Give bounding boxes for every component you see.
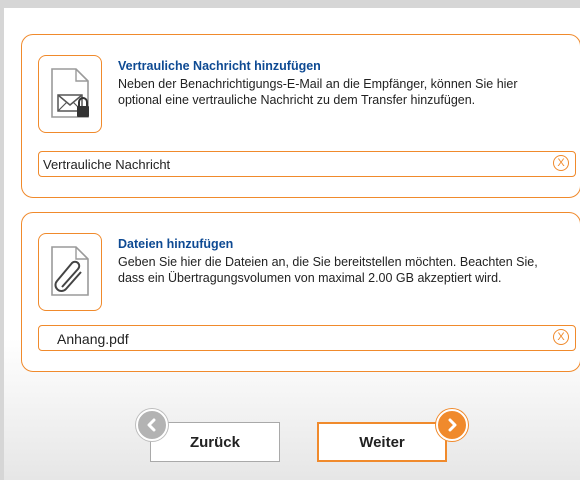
paperclip-icon <box>38 233 102 311</box>
chevron-right-icon[interactable] <box>436 409 468 441</box>
next-button[interactable]: Weiter <box>317 422 447 462</box>
add-files-section: Dateien hinzufügen Geben Sie hier die Da… <box>21 212 580 372</box>
next-button-label: Weiter <box>359 433 405 451</box>
clear-confidential-message-button[interactable]: X <box>553 155 569 171</box>
envelope-lock-icon <box>38 55 102 133</box>
chevron-left-icon[interactable] <box>136 409 168 441</box>
confidential-message-description: Neben der Benachrichtigungs-E-Mail an di… <box>118 77 518 107</box>
back-button[interactable]: Zurück <box>150 422 280 462</box>
confidential-message-field: X <box>38 151 576 177</box>
clear-attachment-button[interactable]: X <box>553 329 569 345</box>
attachment-field: X <box>38 325 576 351</box>
add-files-title: Dateien hinzufügen <box>118 237 234 251</box>
confidential-message-section: Vertrauliche Nachricht hinzufügen Neben … <box>21 34 580 198</box>
attachment-input[interactable] <box>39 326 559 351</box>
confidential-message-input[interactable] <box>39 152 545 177</box>
confidential-message-title: Vertrauliche Nachricht hinzufügen <box>118 59 321 73</box>
add-files-description: Geben Sie hier die Dateien an, die Sie b… <box>118 255 538 285</box>
back-button-label: Zurück <box>189 433 240 451</box>
main-panel: Vertrauliche Nachricht hinzufügen Neben … <box>4 8 580 480</box>
